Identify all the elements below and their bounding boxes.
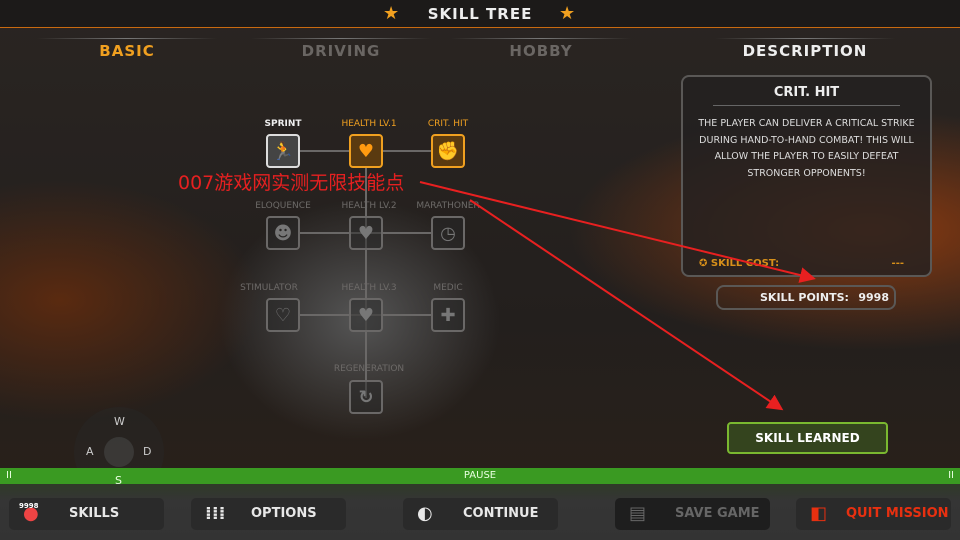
joystick-up: W — [114, 415, 125, 428]
save-label: SAVE GAME — [675, 506, 760, 521]
continue-icon: ◐ — [417, 503, 433, 524]
joystick-knob[interactable] — [104, 437, 134, 467]
exit-door-icon: ◧ — [810, 503, 828, 524]
quit-label: QUIT MISSION — [846, 506, 949, 521]
save-game-button[interactable]: ▤ SAVE GAME — [615, 498, 770, 530]
skills-badge: 9998 — [19, 502, 39, 510]
options-label: OPTIONS — [251, 506, 317, 521]
joystick-right: D — [143, 445, 152, 458]
options-button[interactable]: ⁞⁞⁞ OPTIONS — [191, 498, 346, 530]
pause-icon: II — [948, 470, 954, 481]
pause-icon: II — [6, 470, 12, 481]
pause-label: PAUSE — [463, 470, 497, 481]
quit-mission-button[interactable]: ◧ QUIT MISSION — [796, 498, 951, 530]
joystick-down: S — [115, 474, 122, 487]
skills-button[interactable]: ● 9998 SKILLS — [9, 498, 164, 530]
joystick-left: A — [86, 445, 94, 458]
pause-bar[interactable]: II PAUSE II S — [0, 468, 960, 487]
continue-label: CONTINUE — [463, 506, 539, 521]
arrow — [419, 181, 816, 283]
floppy-icon: ▤ — [629, 503, 647, 524]
continue-button[interactable]: ◐ CONTINUE — [403, 498, 558, 530]
grid-icon: ⁞⁞⁞ — [205, 503, 226, 524]
skills-label: SKILLS — [69, 506, 120, 521]
